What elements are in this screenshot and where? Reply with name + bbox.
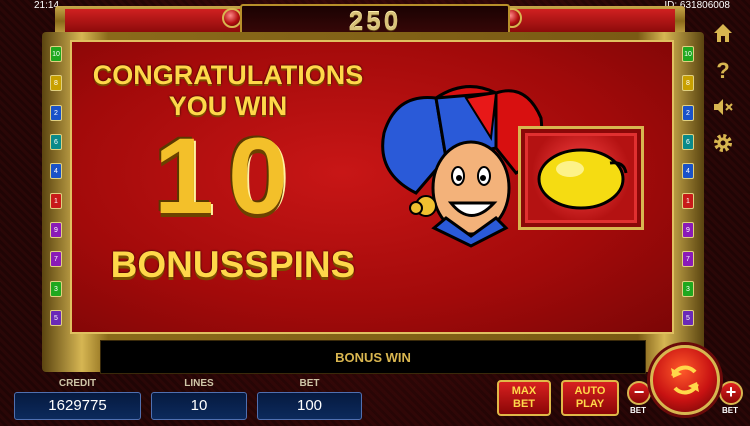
line-marker: 9 (50, 221, 62, 238)
line-marker: 7 (682, 251, 694, 268)
credit-label: CREDIT (58, 378, 97, 389)
line-marker: 3 (682, 280, 694, 297)
line-marker: 3 (50, 280, 62, 297)
line-marker: 2 (50, 104, 62, 121)
sound-off-icon[interactable] (708, 92, 738, 122)
bet-increase-button[interactable]: + (719, 381, 743, 405)
line-marker: 8 (682, 75, 694, 92)
spin-arrows-icon (671, 365, 699, 395)
line-marker: 2 (682, 104, 694, 121)
lemon-symbol-cell (525, 133, 637, 223)
bet-decrease-button[interactable]: − (627, 381, 651, 405)
svg-text:?: ? (716, 58, 729, 82)
lines-label: LINES (184, 378, 214, 389)
congratulations-text: CONGRATULATIONS YOU WIN (78, 60, 378, 122)
bet-decrease-label: BET (630, 406, 646, 415)
spin-button[interactable] (650, 345, 720, 415)
line-markers-right: 10 8 2 6 4 1 9 7 3 5 (682, 46, 696, 326)
line-marker: 6 (50, 133, 62, 150)
line-marker: 10 (682, 46, 694, 62)
header-right-strip (500, 9, 675, 33)
line-marker: 1 (50, 192, 62, 209)
line-marker: 8 (50, 75, 62, 92)
credit-value: 1629775 (14, 392, 141, 420)
line-marker: 6 (682, 133, 694, 150)
auto-play-button[interactable]: AUTO PLAY (561, 380, 619, 416)
bet-label: BET (299, 378, 320, 389)
line-marker: 7 (50, 251, 62, 268)
lemon-symbol-frame (518, 126, 644, 230)
home-icon[interactable] (708, 18, 738, 48)
line-marker: 9 (682, 221, 694, 238)
bet-meter: BET 100 (257, 378, 362, 426)
line-marker: 4 (682, 163, 694, 180)
line-marker: 10 (50, 46, 62, 62)
auto-play-line1: AUTO (574, 385, 606, 397)
max-bet-button[interactable]: MAX BET (497, 380, 551, 416)
line-marker: 5 (682, 309, 694, 326)
lemon-icon (537, 148, 628, 210)
line-marker: 4 (50, 163, 62, 180)
line-marker: 5 (50, 309, 62, 326)
help-icon[interactable]: ? (708, 55, 738, 85)
gear-icon[interactable] (708, 128, 738, 158)
bet-increase-label: BET (722, 406, 738, 415)
lines-meter: LINES 10 (151, 378, 247, 426)
max-bet-line2: BET (513, 398, 535, 410)
credit-meter: CREDIT 1629775 (14, 378, 141, 426)
header-left-strip (65, 9, 240, 33)
congrats-line1: CONGRATULATIONS (92, 60, 364, 90)
bonus-spin-count: 10 (153, 115, 303, 236)
max-bet-line1: MAX (511, 385, 537, 397)
message-text: BONUS WIN (335, 349, 411, 365)
bonusspins-label: BONUSSPINS (110, 244, 356, 285)
line-marker: 1 (682, 192, 694, 209)
line-markers-left: 10 8 2 6 4 1 9 7 3 5 (50, 46, 64, 326)
message-bar: BONUS WIN (100, 340, 646, 374)
gem-decoration-left (222, 8, 242, 28)
lines-value: 10 (151, 392, 247, 420)
bet-value: 100 (257, 392, 362, 420)
auto-play-line2: PLAY (575, 398, 605, 410)
